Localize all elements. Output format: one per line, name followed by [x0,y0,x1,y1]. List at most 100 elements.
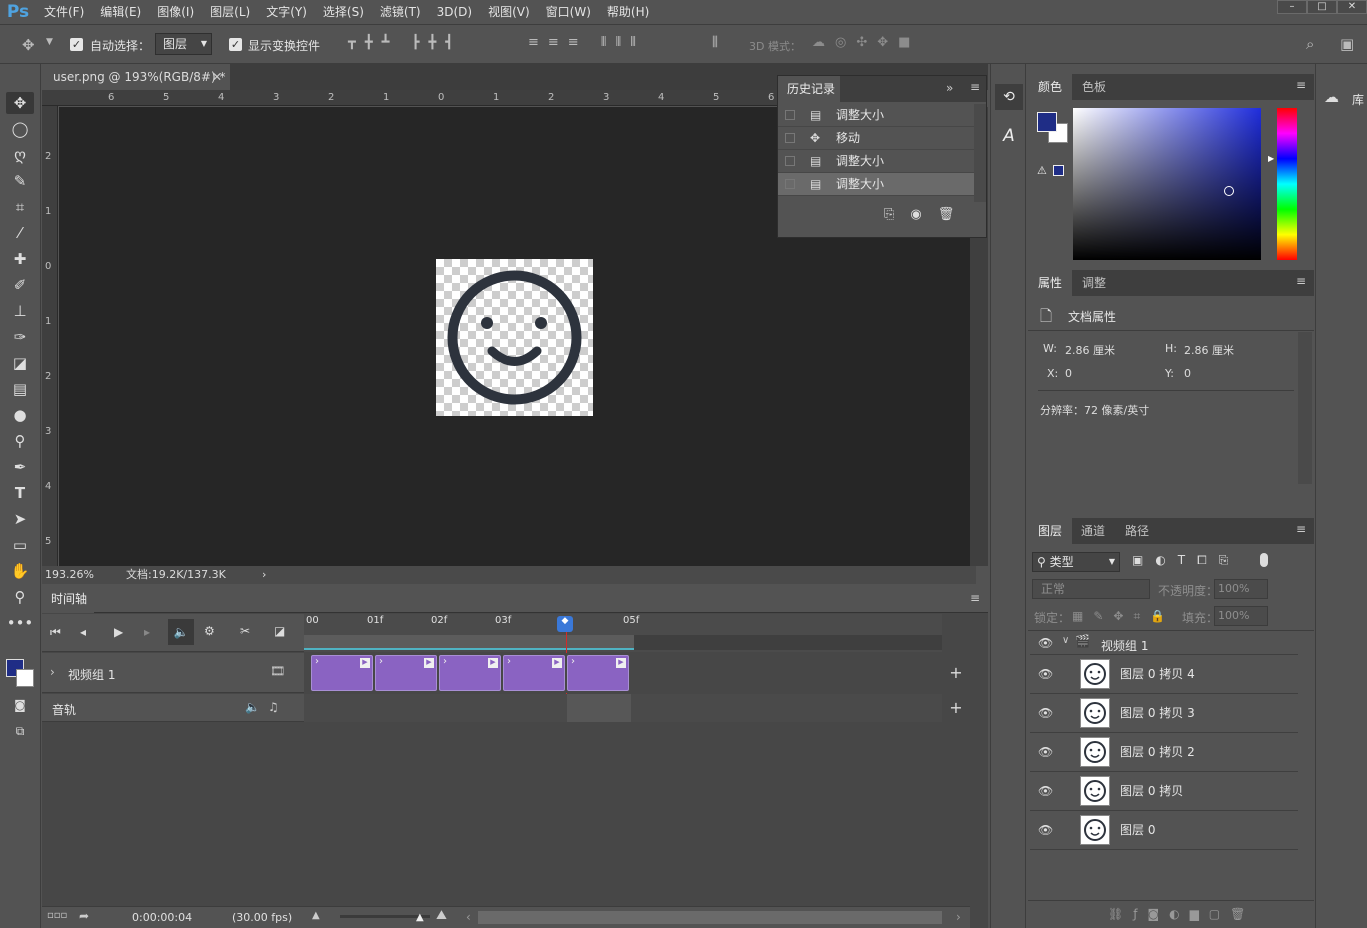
minimize-button[interactable]: – [1277,0,1307,14]
shape-tool-icon[interactable]: ▭ [6,534,34,556]
menu-item[interactable]: 滤镜(T) [372,0,429,24]
next-frame-icon[interactable]: ▸ [144,625,150,639]
layer-filter-icons[interactable]: ▣◐T⧠⎘ [1132,553,1240,568]
eye-icon[interactable]: 👁 [1038,823,1054,837]
path-select-tool-icon[interactable]: ➤ [6,508,34,530]
layer-actions-icons[interactable]: ⛓ƒ◙◐▆▢🗑 [1108,907,1255,921]
history-item[interactable]: ▤ 调整大小 [778,173,986,196]
web-safe-color-swatch[interactable] [1053,165,1064,176]
panel-menu-icon[interactable]: ≡ [1296,522,1306,536]
snapshot-checkbox[interactable] [785,156,795,166]
library-label[interactable]: 库 [1352,91,1364,108]
height-value[interactable]: 2.86 厘米 [1184,342,1234,358]
add-media-icon[interactable]: + [942,653,970,693]
tab-paths[interactable]: 路径 [1115,518,1159,544]
playhead-handle[interactable]: ◆ [557,616,573,632]
history-scrollbar[interactable] [974,104,986,202]
video-clip[interactable]: › ▶ [439,655,501,691]
video-group-track-header[interactable]: › 视频组 1 🎞 [42,653,304,693]
work-area-bar[interactable] [304,635,634,650]
video-clip[interactable]: › ▶ [375,655,437,691]
status-menu-arrow-icon[interactable]: › [262,566,266,584]
play-icon[interactable]: ▶ [114,625,123,639]
menu-item[interactable]: 编辑(E) [92,0,149,24]
snapshot-checkbox[interactable] [785,133,795,143]
panel-menu-icon[interactable]: ≡ [970,80,980,94]
crop-tool-icon[interactable]: ⌗ [6,196,34,218]
align-icons[interactable]: ┳╋┻ ┣╋┫ [348,35,462,50]
cloud-library-icon[interactable]: ☁ [1324,88,1339,106]
timeline-horizontal-scrollbar[interactable] [478,911,942,924]
color-picker-field[interactable] [1073,108,1261,260]
add-audio-icon[interactable]: + [942,694,970,722]
go-to-first-frame-icon[interactable]: ⏮ [50,625,61,640]
menu-item[interactable]: 文件(F) [36,0,92,24]
healing-brush-tool-icon[interactable]: ✚ [6,248,34,270]
blur-tool-icon[interactable]: ● [6,404,34,426]
screen-mode-icon[interactable]: ⧉ [6,720,34,742]
workspace-icon[interactable]: ▣ [1340,35,1354,53]
fill-input[interactable]: 100% [1214,606,1268,626]
split-scissors-icon[interactable]: ✂ [240,624,250,638]
filter-toggle[interactable] [1260,553,1268,567]
history-item[interactable]: ▤ 调整大小 [778,104,986,127]
zoom-slider-thumb[interactable]: ▲ [416,912,424,923]
properties-scrollbar[interactable] [1298,332,1312,484]
x-value[interactable]: 0 [1065,367,1072,380]
move-tool-icon[interactable]: ✥ [6,92,34,114]
quick-mask-icon[interactable]: ◙ [6,694,34,716]
menu-item[interactable]: 窗口(W) [538,0,599,24]
width-value[interactable]: 2.86 厘米 [1065,342,1115,358]
lock-icons[interactable]: ▦✎✥⌗🔒 [1072,609,1175,624]
video-clip[interactable]: › ▶ [311,655,373,691]
history-item[interactable]: ✥ 移动 [778,127,986,150]
frame-mode-icon[interactable]: ▫▫▫ [47,910,67,921]
expand-chevron-icon[interactable]: › [50,665,55,679]
close-button[interactable]: ✕ [1337,0,1367,14]
more-tools-icon[interactable]: ••• [6,612,34,634]
menu-item[interactable]: 视图(V) [480,0,538,24]
audio-track-header[interactable]: 音轨 🔈 ♫ [42,694,304,722]
lasso-tool-icon[interactable]: ღ [6,144,34,166]
document-tab[interactable]: user.png @ 193%(RGB/8#) * ✕ [42,64,230,90]
tab-swatches[interactable]: 色板 [1072,74,1116,100]
document-image[interactable] [436,259,593,416]
character-panel-icon[interactable]: A [995,126,1023,152]
layer-row[interactable]: 👁 图层 0 拷贝 [1030,772,1298,811]
previous-frame-icon[interactable]: ◂ [80,625,86,639]
layer-row[interactable]: 👁 图层 0 [1030,811,1298,850]
menu-item[interactable]: 帮助(H) [599,0,657,24]
distribute-icons[interactable]: ≡≡≡ ⦀⦀⦀ [528,35,645,50]
gradient-tool-icon[interactable]: ▤ [6,378,34,400]
eraser-tool-icon[interactable]: ◪ [6,352,34,374]
maximize-button[interactable]: □ [1307,0,1337,14]
eye-icon[interactable]: 👁 [1038,784,1054,798]
video-clip[interactable]: › ▶ [503,655,565,691]
zoom-level[interactable]: 193.26% [45,566,94,584]
quick-select-tool-icon[interactable]: ✎ [6,170,34,192]
marquee-tool-icon[interactable]: ◯ [6,118,34,140]
layer-row[interactable]: 👁 图层 0 拷贝 3 [1030,694,1298,733]
layer-row[interactable]: 👁 图层 0 拷贝 4 [1030,655,1298,694]
eye-icon[interactable]: 👁 [1038,745,1054,759]
timeline-ruler[interactable]: 00 01f 02f 03f 05f [304,614,942,652]
tab-properties[interactable]: 属性 [1028,270,1073,296]
tab-adjustments[interactable]: 调整 [1072,270,1116,296]
eye-icon[interactable]: 👁 [1038,667,1054,681]
settings-gear-icon[interactable]: ⚙ [204,624,215,638]
menu-item[interactable]: 选择(S) [315,0,372,24]
blend-mode-dropdown[interactable]: 正常 [1032,579,1150,599]
snapshot-checkbox[interactable] [785,179,795,189]
zoom-tool-icon[interactable]: ⚲ [6,586,34,608]
tab-layers[interactable]: 图层 [1028,518,1073,544]
tab-color[interactable]: 颜色 [1028,74,1073,100]
menu-item[interactable]: 文字(Y) [258,0,315,24]
zoom-out-mountain-icon[interactable]: ▲ [312,910,320,921]
film-icon[interactable]: 🎞 [270,664,285,678]
scroll-right-icon[interactable]: › [956,910,961,924]
gamut-warning-icon[interactable]: ⚠ [1037,164,1047,177]
layer-filter-dropdown[interactable]: ⚲ 类型 ▼ [1032,552,1120,572]
render-video-icon[interactable]: ➦ [79,909,89,923]
history-panel-icon[interactable]: ⟲ [995,84,1023,110]
show-transform-checkbox[interactable]: ✓ [229,38,242,51]
